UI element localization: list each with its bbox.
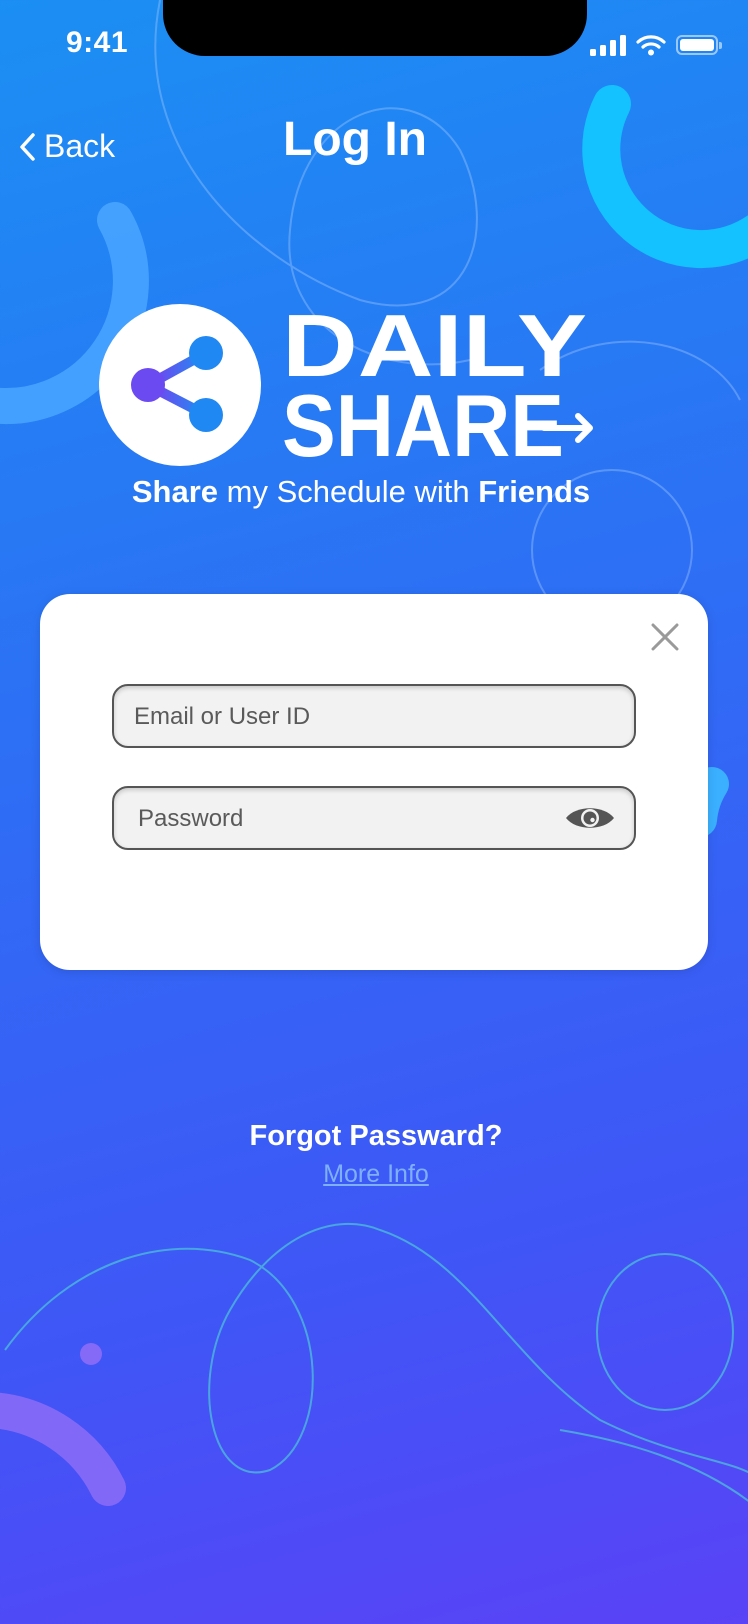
show-password-toggle[interactable] — [564, 802, 616, 834]
password-input[interactable] — [136, 788, 560, 850]
status-time: 9:41 — [66, 26, 129, 59]
tagline-middle: my Schedule with — [218, 474, 479, 509]
device-notch — [163, 0, 587, 56]
more-info-link[interactable]: More Info — [323, 1160, 429, 1188]
more-info-row: More Info — [0, 1160, 748, 1189]
close-icon — [651, 623, 679, 651]
forgot-password-link[interactable]: Forgot Passward? — [0, 1120, 748, 1153]
app-logo — [99, 304, 261, 466]
email-field[interactable] — [112, 684, 636, 748]
close-button[interactable] — [648, 620, 682, 654]
status-icons — [590, 34, 722, 56]
tagline: Share my Schedule with Friends — [0, 474, 722, 510]
tagline-bold-friends: Friends — [478, 474, 591, 509]
logo-wordmark: DAILY SHARE — [282, 304, 593, 464]
signal-icon — [590, 34, 626, 56]
battery-icon — [676, 35, 722, 55]
status-bar: 9:41 — [0, 0, 748, 90]
tagline-bold-share: Share — [131, 474, 219, 509]
password-field[interactable] — [112, 786, 636, 850]
eye-icon — [566, 808, 614, 828]
email-input[interactable] — [132, 686, 556, 748]
wordmark-share: SHARE — [282, 376, 564, 464]
wifi-icon — [636, 35, 666, 56]
login-card — [40, 594, 708, 970]
share-icon — [131, 336, 223, 432]
page-title: Log In — [283, 113, 427, 166]
